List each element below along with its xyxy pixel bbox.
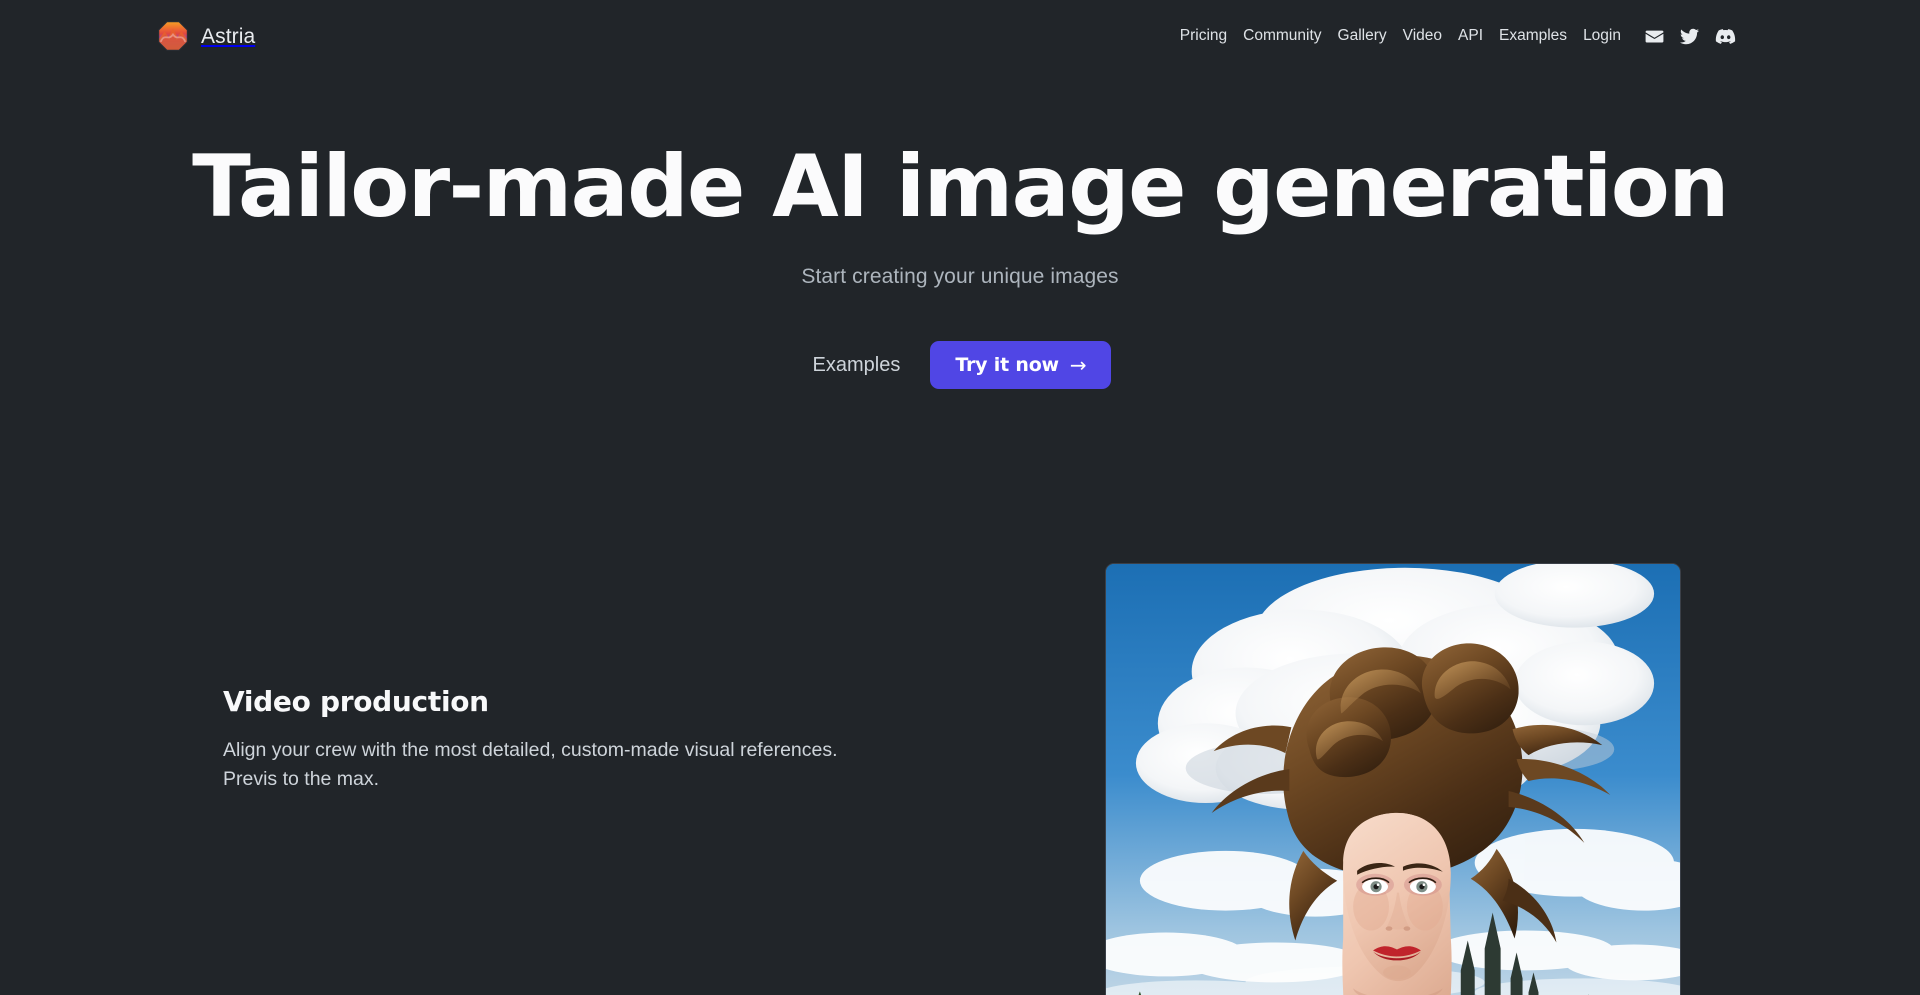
page-title: Tailor-made AI image generation: [192, 137, 1729, 237]
feature-text-block: Video production Align your crew with th…: [223, 685, 863, 793]
examples-button[interactable]: Examples: [809, 349, 905, 381]
hero-subtitle: Start creating your unique images: [801, 265, 1119, 289]
try-it-now-label: Try it now: [955, 353, 1059, 376]
feature-description: Align your crew with the most detailed, …: [223, 739, 838, 790]
hero-cta-group: Examples Try it now →: [0, 341, 1920, 390]
try-it-now-button[interactable]: Try it now →: [930, 341, 1112, 390]
landing-page: Astria Pricing Community Gallery Video A…: [0, 0, 1920, 995]
arrow-right-icon: →: [1069, 353, 1087, 378]
feature-title: Video production: [223, 685, 489, 718]
hero-section: Tailor-made AI image generation Start cr…: [0, 0, 1920, 390]
feature-image: [1105, 563, 1681, 995]
